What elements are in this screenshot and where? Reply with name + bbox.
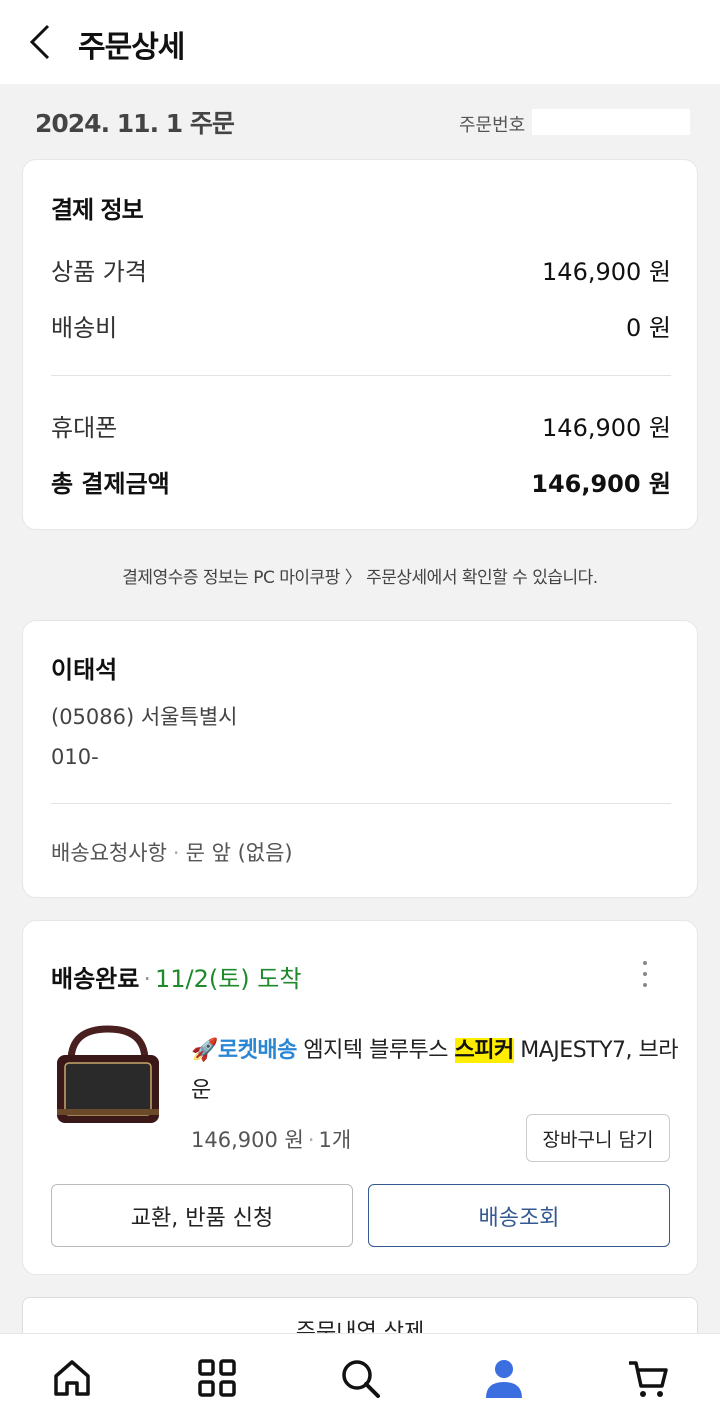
exchange-return-button[interactable]: 교환, 반품 신청 <box>51 1184 353 1247</box>
delivery-address-card: 이태석 (05086) 서울특별시 010- 배송요청사항 · 문 앞 (없음) <box>22 620 698 898</box>
product-title[interactable]: 🚀로켓배송 엠지텍 블루투스 스피커 MAJESTY7, 브라운 <box>191 1031 681 1111</box>
top-bar: 주문상세 <box>0 0 720 84</box>
row-label: 배송비 <box>51 314 118 342</box>
order-number-label: 주문번호 <box>459 115 526 136</box>
quantity-value: 1개 <box>318 1128 352 1152</box>
rocket-delivery-badge: 로켓배송 <box>217 1038 297 1063</box>
payment-title: 결제 정보 <box>51 196 144 224</box>
recipient-name: 이태석 <box>51 656 118 684</box>
add-to-cart-button[interactable]: 장바구니 담기 <box>526 1114 670 1162</box>
home-icon[interactable] <box>50 1356 94 1400</box>
total-amount-row: 총 결제금액 146,900 원 <box>51 464 671 498</box>
row-value: 0 원 <box>626 314 671 342</box>
bottom-nav <box>0 1333 720 1425</box>
row-value: 146,900 원 <box>531 470 671 498</box>
status-text: 배송완료 <box>51 965 140 993</box>
arrival-date: 11/2(토) 도착 <box>154 965 302 993</box>
delivery-request-value: 문 앞 (없음) <box>185 841 293 865</box>
order-date: 2024. 11. 1 주문 <box>35 109 235 138</box>
my-page-icon[interactable] <box>482 1356 526 1400</box>
category-grid-icon[interactable] <box>195 1356 239 1400</box>
product-price-row: 상품 가격 146,900 원 <box>51 252 671 286</box>
page-title: 주문상세 <box>78 30 185 65</box>
row-value: 146,900 원 <box>542 258 671 286</box>
payment-method-row: 휴대폰 146,900 원 <box>51 408 671 442</box>
price-value: 146,900 원 <box>191 1128 304 1152</box>
phone-number: 010- <box>51 745 99 769</box>
row-label: 상품 가격 <box>51 258 147 286</box>
shipment-status: 배송완료 · 11/2(토) 도착 <box>51 965 302 993</box>
product-name-part: 엠지텍 블루투스 <box>296 1038 455 1063</box>
product-thumbnail[interactable] <box>53 1021 163 1129</box>
more-options-icon[interactable] <box>635 959 655 991</box>
cart-icon[interactable] <box>626 1356 670 1400</box>
shipment-card: 배송완료 · 11/2(토) 도착 🚀로켓배송 엠지텍 블루투스 스피커 MAJES… <box>22 920 698 1275</box>
divider <box>51 803 671 804</box>
row-value: 146,900 원 <box>542 414 671 442</box>
delivery-request-label: 배송요청사항 <box>51 841 167 865</box>
order-number-redacted <box>532 109 690 135</box>
product-price: 146,900 원 · 1개 <box>191 1128 352 1152</box>
product-name-highlight: 스피커 <box>454 1038 514 1063</box>
divider <box>51 375 671 376</box>
search-icon[interactable] <box>338 1356 382 1400</box>
row-label: 휴대폰 <box>51 414 118 442</box>
shipping-fee-row: 배송비 0 원 <box>51 308 671 342</box>
address-line: (05086) 서울특별시 <box>51 705 238 729</box>
delivery-request: 배송요청사항 · 문 앞 (없음) <box>51 841 293 865</box>
back-arrow-icon[interactable] <box>26 22 56 62</box>
rocket-icon: 🚀 <box>191 1038 218 1063</box>
track-delivery-button[interactable]: 배송조회 <box>368 1184 670 1247</box>
payment-info-card: 결제 정보 상품 가격 146,900 원 배송비 0 원 휴대폰 146,90… <box>22 159 698 530</box>
row-label: 총 결제금액 <box>51 470 170 498</box>
receipt-notice: 결제영수증 정보는 PC 마이쿠팡 〉 주문상세에서 확인할 수 있습니다. <box>122 568 598 588</box>
order-header: 2024. 11. 1 주문 주문번호 <box>35 104 690 138</box>
